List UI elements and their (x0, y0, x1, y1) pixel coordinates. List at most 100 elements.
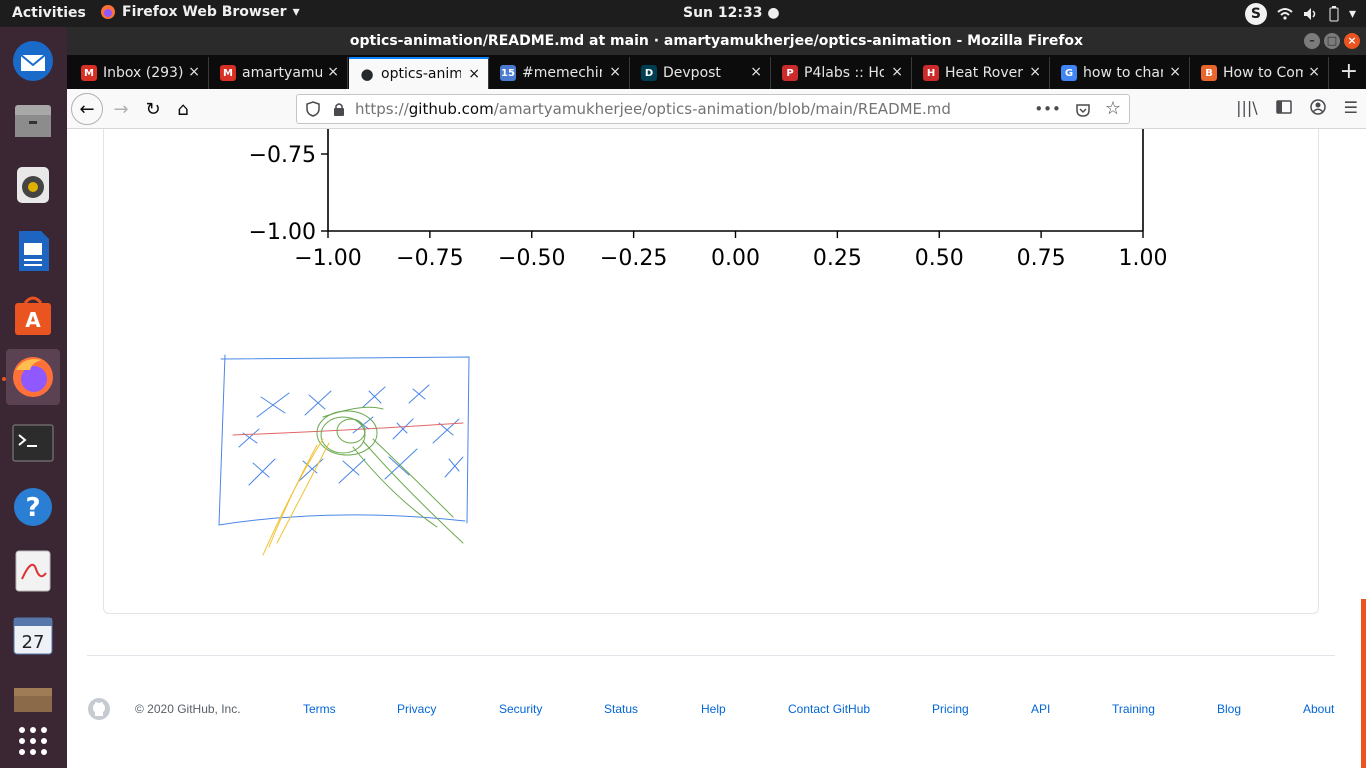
x-tick-label: −1.00 (294, 246, 361, 271)
footer-link-about[interactable]: About (1303, 702, 1334, 716)
bookmark-star-icon[interactable]: ☆ (1105, 95, 1121, 123)
x-tick-label: −0.50 (498, 246, 565, 271)
minimize-button[interactable]: – (1304, 33, 1320, 49)
dock-pdf-viewer[interactable] (6, 543, 60, 599)
dock-writer[interactable] (6, 223, 60, 279)
volume-icon[interactable] (1303, 7, 1319, 21)
software-icon: A (15, 296, 51, 335)
dock-app-grid[interactable] (6, 713, 60, 769)
chevron-down-icon[interactable]: ▾ (1349, 6, 1356, 22)
tab-favicon-icon: D (641, 65, 657, 81)
library-icon[interactable]: |||\ (1236, 98, 1258, 117)
app-grid-icon (19, 727, 47, 755)
dock-software[interactable]: A (6, 287, 60, 343)
x-tick-label: 0.25 (813, 246, 862, 271)
page-scrollbar-thumb[interactable] (1361, 599, 1366, 768)
battery-icon[interactable] (1329, 6, 1339, 22)
files-icon (15, 105, 51, 137)
x-tick-label: 0.50 (915, 246, 964, 271)
close-tab-icon[interactable]: × (750, 64, 762, 80)
tab-9[interactable]: B How to Com × (1191, 57, 1329, 89)
wifi-icon[interactable] (1277, 7, 1293, 21)
activities-button[interactable]: Activities (12, 5, 86, 21)
url-prefix: https:// (355, 100, 409, 118)
tab-6[interactable]: P P4labs :: Home × (772, 57, 912, 89)
back-button[interactable]: ← (71, 93, 103, 125)
footer-link-blog[interactable]: Blog (1217, 702, 1241, 716)
sketch-yellow-lines (262, 438, 330, 556)
x-tick-label: 0.75 (1017, 246, 1066, 271)
tab-1[interactable]: M Inbox (293) × (71, 57, 209, 89)
tab-7[interactable]: H Heat Rover × (913, 57, 1050, 89)
tab-2[interactable]: Mamartyamukherjee × (210, 57, 348, 89)
system-tray[interactable]: S ▾ (1244, 3, 1356, 25)
sidebar-icon[interactable] (1275, 100, 1292, 114)
account-icon[interactable] (1309, 99, 1326, 115)
tab-8[interactable]: Ghow to change × (1051, 57, 1190, 89)
page-actions-icon[interactable]: ••• (1034, 95, 1061, 123)
lock-icon[interactable] (333, 102, 345, 116)
x-tick-label: −0.25 (600, 246, 667, 271)
footer-link-security[interactable]: Security (499, 702, 542, 716)
dock: A ? 27 (0, 27, 67, 768)
footer-link-contact-github[interactable]: Contact GitHub (788, 702, 870, 716)
site-info-icon[interactable] (305, 101, 321, 117)
footer-link-help[interactable]: Help (701, 702, 726, 716)
close-tab-icon[interactable]: × (188, 64, 200, 80)
close-tab-icon[interactable]: × (1169, 64, 1181, 80)
navigation-toolbar: ← → ↻ ⌂ https://github.com/amartyamukher… (67, 89, 1366, 129)
github-logo-icon[interactable] (87, 697, 111, 721)
hamburger-menu-icon[interactable]: ☰ (1344, 98, 1358, 117)
close-tab-icon[interactable]: × (891, 64, 903, 80)
tab-label: optics-animation (381, 66, 461, 82)
tab-label: amartyamukherjee (242, 65, 322, 81)
window-title-bar[interactable]: optics-animation/README.md at main · ama… (67, 27, 1366, 55)
close-tab-icon[interactable]: × (1308, 64, 1320, 80)
tab-4[interactable]: 15 #memechina × (490, 57, 630, 89)
dock-files[interactable] (6, 93, 60, 149)
app-menu-label: Firefox Web Browser (122, 4, 287, 20)
home-button[interactable]: ⌂ (169, 95, 197, 123)
tab-favicon-icon: ● (360, 65, 374, 83)
dock-thunderbird[interactable] (6, 33, 60, 89)
sketch-red-line (232, 422, 464, 436)
reload-button[interactable]: ↻ (139, 95, 167, 123)
forward-button[interactable]: → (107, 95, 135, 123)
close-tab-icon[interactable]: × (327, 64, 339, 80)
tab-label: Heat Rover (945, 65, 1023, 81)
skype-icon[interactable]: S (1244, 3, 1267, 25)
running-indicator (2, 377, 6, 381)
close-tab-icon[interactable]: × (468, 66, 480, 82)
app-menu[interactable]: Firefox Web Browser ▾ (100, 4, 300, 20)
close-window-button[interactable]: × (1344, 33, 1360, 49)
svg-text:?: ? (25, 493, 40, 523)
footer-link-terms[interactable]: Terms (303, 702, 336, 716)
rhythmbox-icon (17, 167, 49, 203)
pocket-icon[interactable] (1075, 102, 1091, 118)
y-tick-label: −0.75 (249, 143, 316, 168)
footer-link-api[interactable]: API (1031, 702, 1050, 716)
maximize-button[interactable]: □ (1324, 33, 1340, 49)
footer-link-privacy[interactable]: Privacy (397, 702, 436, 716)
close-tab-icon[interactable]: × (609, 64, 621, 80)
clock[interactable]: Sun 12:33 ● (683, 5, 780, 21)
footer-link-pricing[interactable]: Pricing (932, 702, 969, 716)
tab-label: Devpost (663, 65, 721, 81)
close-tab-icon[interactable]: × (1029, 64, 1041, 80)
new-tab-button[interactable]: + (1340, 59, 1358, 84)
dock-rhythmbox[interactable] (6, 157, 60, 213)
dock-terminal[interactable] (6, 415, 60, 471)
tab-strip: M Inbox (293) × Mamartyamukherjee × ● optics-a… (67, 55, 1366, 89)
dock-help[interactable]: ? (6, 479, 60, 535)
pdf-viewer-icon (15, 550, 51, 592)
sketch-crosses (238, 384, 464, 486)
dock-calendar[interactable]: 27 (6, 607, 60, 663)
dock-firefox[interactable] (6, 349, 60, 405)
tab-5[interactable]: D Devpost × (631, 57, 771, 89)
footer-link-status[interactable]: Status (604, 702, 638, 716)
url-bar[interactable]: https://github.com/amartyamukherjee/opti… (296, 94, 1130, 124)
tab-favicon-icon: G (1061, 65, 1077, 81)
footer-link-training[interactable]: Training (1112, 702, 1155, 716)
tab-3[interactable]: ● optics-animation × (349, 57, 489, 89)
footer-copyright: © 2020 GitHub, Inc. (135, 702, 241, 716)
